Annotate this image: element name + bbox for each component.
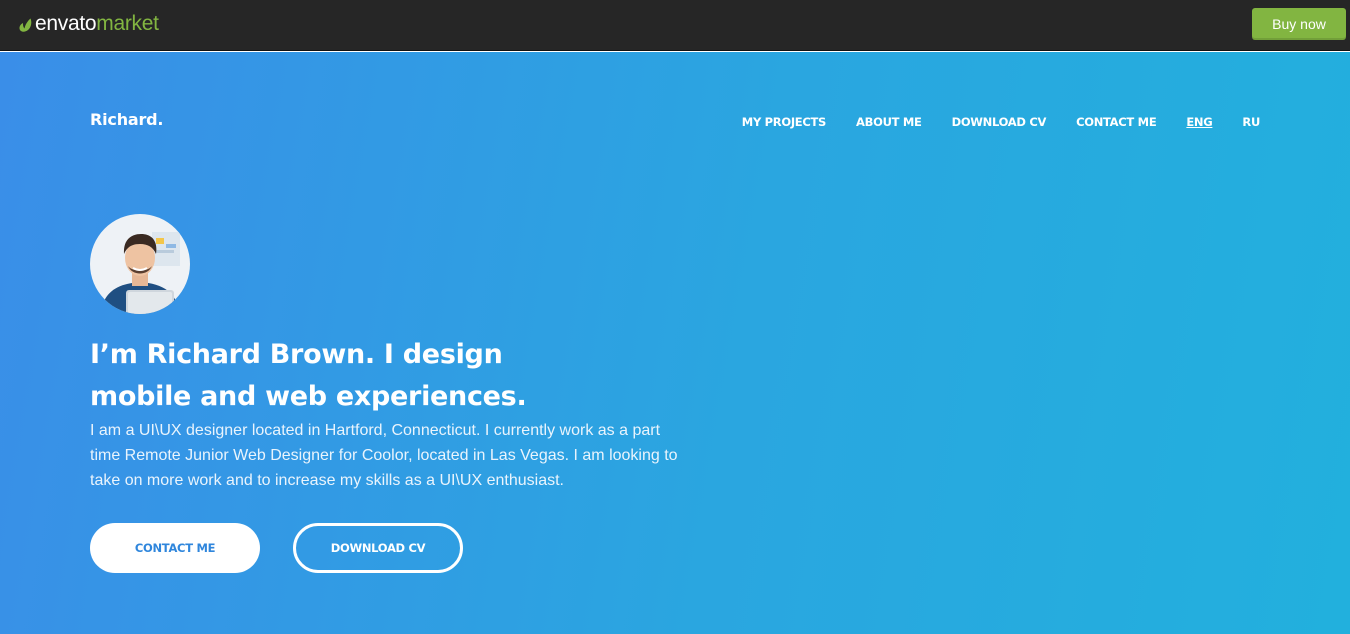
envato-leaf-icon xyxy=(19,18,32,32)
buy-now-button[interactable]: Buy now xyxy=(1252,8,1346,40)
envato-topbar: envato market Buy now xyxy=(0,0,1350,51)
site-logo[interactable]: Richard. xyxy=(90,110,164,129)
nav-my-projects[interactable]: MY PROJECTS xyxy=(742,115,827,129)
download-cv-button[interactable]: DOWNLOAD CV xyxy=(293,523,463,573)
nav-lang-eng[interactable]: ENG xyxy=(1186,115,1212,129)
profile-photo-icon xyxy=(90,214,190,314)
nav-about-me[interactable]: ABOUT ME xyxy=(856,115,922,129)
contact-me-button[interactable]: CONTACT ME xyxy=(90,523,260,573)
nav-contact-me[interactable]: CONTACT ME xyxy=(1076,115,1157,129)
nav-lang-ru[interactable]: RU xyxy=(1242,115,1260,129)
avatar xyxy=(90,214,190,314)
hero-bio: I am a UI\UX designer located in Hartfor… xyxy=(90,422,678,489)
headline-line-2: mobile and web experiences. xyxy=(90,381,527,412)
envato-brand-text: envato xyxy=(35,12,97,35)
envato-market-text: market xyxy=(96,12,159,35)
nav-download-cv[interactable]: DOWNLOAD CV xyxy=(952,115,1047,129)
envato-market-logo[interactable]: envato market xyxy=(19,12,159,36)
hero-section: Richard. MY PROJECTS ABOUT ME DOWNLOAD C… xyxy=(0,52,1350,634)
hero-headline: I’m Richard Brown. I design mobile and w… xyxy=(90,334,650,418)
main-nav: MY PROJECTS ABOUT ME DOWNLOAD CV CONTACT… xyxy=(712,115,1260,129)
headline-line-1: I’m Richard Brown. I design xyxy=(90,339,503,370)
